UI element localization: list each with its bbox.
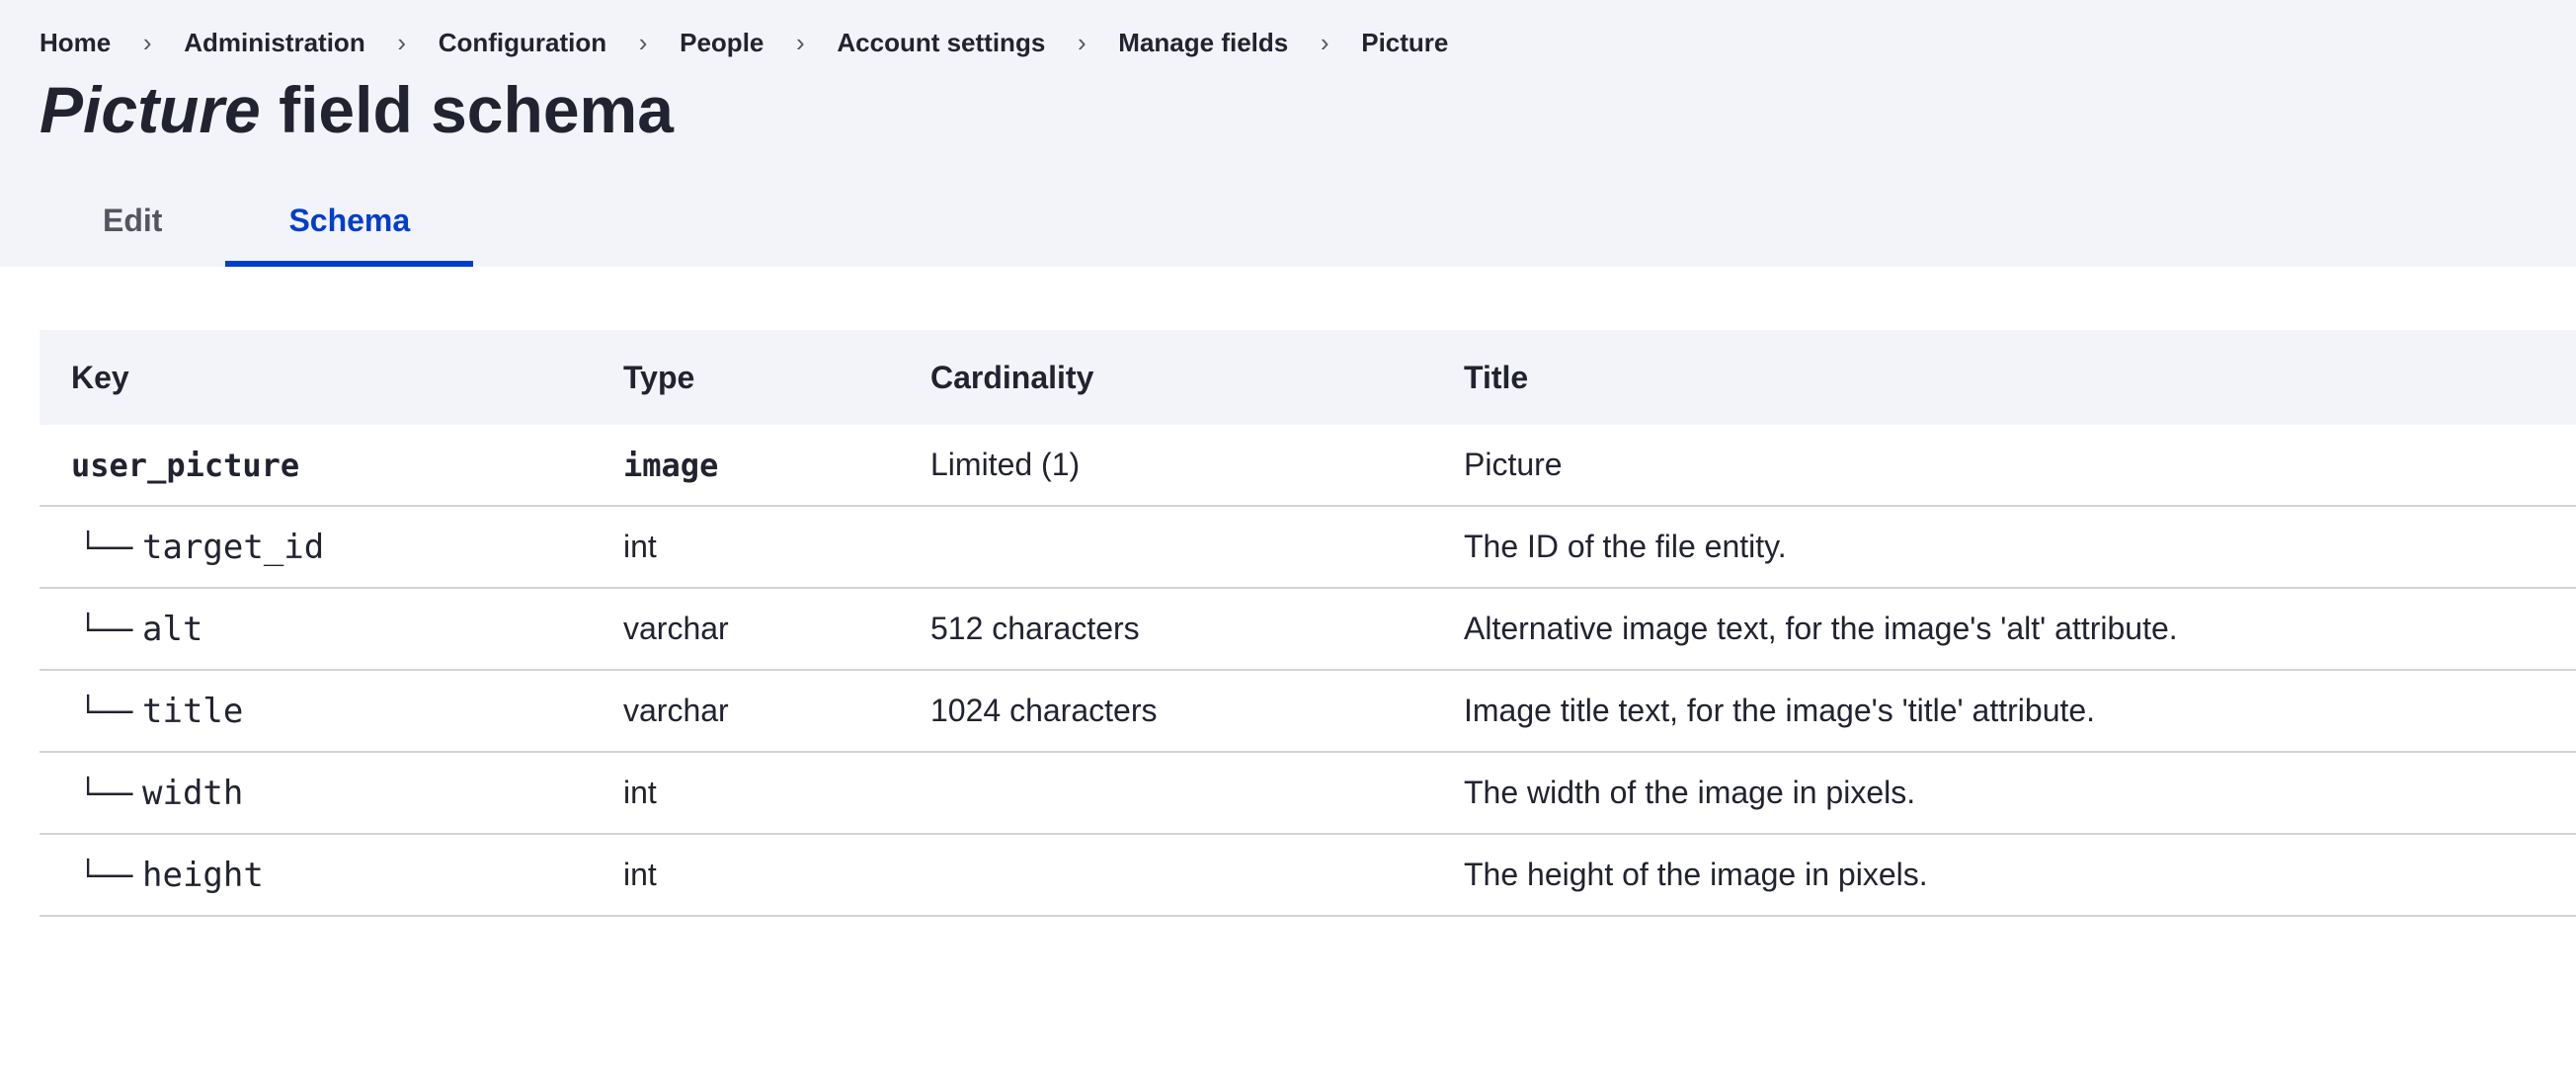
property-key-cell: └── title bbox=[40, 670, 592, 753]
table-row: └── title varchar 1024 characters Image t… bbox=[40, 670, 2576, 753]
property-type: varchar bbox=[592, 588, 899, 671]
breadcrumb-separator-icon: › bbox=[796, 28, 805, 57]
breadcrumb-separator-icon: › bbox=[638, 28, 648, 57]
property-type: int bbox=[592, 506, 899, 589]
tab-edit[interactable]: Edit bbox=[40, 188, 225, 267]
breadcrumb-item-people[interactable]: People bbox=[680, 28, 764, 58]
breadcrumb-separator-icon: › bbox=[1077, 28, 1087, 57]
breadcrumb: Home › Administration › Configuration › … bbox=[40, 28, 1448, 58]
tab-schema[interactable]: Schema bbox=[225, 188, 473, 267]
property-cardinality bbox=[899, 834, 1432, 917]
field-title: Picture bbox=[1432, 425, 2576, 507]
table-row: └── width int The width of the image in p… bbox=[40, 752, 2576, 835]
breadcrumb-item-account-settings[interactable]: Account settings bbox=[837, 28, 1045, 58]
column-header-title: Title bbox=[1464, 359, 1529, 395]
breadcrumb-separator-icon: › bbox=[397, 28, 407, 57]
property-cardinality bbox=[899, 506, 1432, 589]
property-type: int bbox=[592, 752, 899, 835]
property-key-cell: └── target_id bbox=[40, 506, 592, 589]
property-key-cell: └── alt bbox=[40, 588, 592, 671]
tab-bar: Edit Schema bbox=[40, 188, 473, 267]
breadcrumb-item-manage-fields[interactable]: Manage fields bbox=[1118, 28, 1288, 58]
tree-branch-icon: └── bbox=[79, 531, 133, 566]
breadcrumb-item-picture[interactable]: Picture bbox=[1361, 28, 1448, 58]
tree-branch-icon: └── bbox=[79, 859, 133, 894]
page-title-rest: field schema bbox=[260, 73, 674, 146]
property-key: target_id bbox=[142, 527, 325, 567]
tree-branch-icon: └── bbox=[79, 613, 133, 648]
table-row: └── alt varchar 512 characters Alternativ… bbox=[40, 588, 2576, 671]
breadcrumb-separator-icon: › bbox=[1320, 28, 1329, 57]
breadcrumb-item-configuration[interactable]: Configuration bbox=[439, 28, 606, 58]
tree-branch-icon: └── bbox=[79, 777, 133, 812]
breadcrumb-item-administration[interactable]: Administration bbox=[184, 28, 364, 58]
property-key: alt bbox=[142, 609, 203, 649]
tree-branch-icon: └── bbox=[79, 695, 133, 730]
page-title-emphasis: Picture bbox=[40, 73, 261, 146]
table-header-row: Key Type Cardinality Title bbox=[40, 330, 2576, 425]
property-key: title bbox=[142, 691, 244, 731]
table-row: └── height int The height of the image in… bbox=[40, 834, 2576, 917]
table-row: └── target_id int The ID of the file enti… bbox=[40, 506, 2576, 589]
property-title: The ID of the file entity. bbox=[1432, 506, 2576, 589]
property-key: height bbox=[142, 855, 264, 895]
column-header-cardinality: Cardinality bbox=[930, 359, 1094, 395]
property-type: varchar bbox=[592, 670, 899, 753]
property-cardinality bbox=[899, 752, 1432, 835]
field-cardinality: Limited (1) bbox=[899, 425, 1432, 507]
table-header: Key Type Cardinality Title bbox=[40, 330, 2576, 425]
property-key-cell: └── height bbox=[40, 834, 592, 917]
property-title: Alternative image text, for the image's … bbox=[1432, 588, 2576, 671]
column-header-key: Key bbox=[71, 359, 129, 395]
property-title: The height of the image in pixels. bbox=[1432, 834, 2576, 917]
field-key: user_picture bbox=[40, 425, 592, 507]
table-body: user_picture image Limited (1) Picture └… bbox=[40, 425, 2576, 917]
property-title: The width of the image in pixels. bbox=[1432, 752, 2576, 835]
breadcrumb-separator-icon: › bbox=[142, 28, 152, 57]
property-key: width bbox=[142, 773, 244, 813]
page-header: Home › Administration › Configuration › … bbox=[0, 0, 2576, 267]
property-cardinality: 1024 characters bbox=[899, 670, 1432, 753]
breadcrumb-item-home[interactable]: Home bbox=[40, 28, 111, 58]
property-title: Image title text, for the image's 'title… bbox=[1432, 670, 2576, 753]
property-type: int bbox=[592, 834, 899, 917]
property-cardinality: 512 characters bbox=[899, 588, 1432, 671]
table-row-field: user_picture image Limited (1) Picture bbox=[40, 425, 2576, 507]
property-key-cell: └── width bbox=[40, 752, 592, 835]
column-header-type: Type bbox=[623, 359, 695, 395]
field-type: image bbox=[592, 425, 899, 507]
page-title: Picture field schema bbox=[40, 67, 674, 152]
schema-table: Key Type Cardinality Title user_picture … bbox=[40, 330, 2576, 917]
